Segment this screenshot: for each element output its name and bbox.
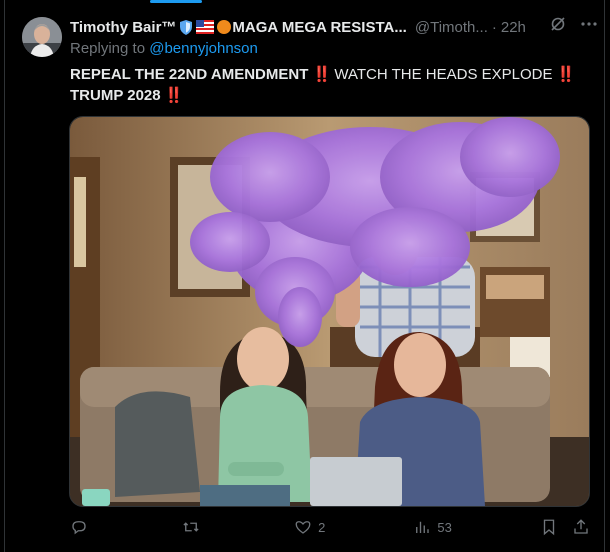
- tweet-image[interactable]: [69, 116, 590, 507]
- reply-icon: [72, 521, 86, 535]
- tweet-line1b: WATCH THE HEADS EXPLODE: [330, 66, 553, 83]
- tweet-line1a: REPEAL THE 22ND AMENDMENT: [70, 66, 309, 83]
- more-icon[interactable]: [580, 16, 598, 32]
- views-icon: [416, 521, 430, 533]
- tweet-text: REPEAL THE 22ND AMENDMENT ‼️ WATCH THE H…: [70, 64, 590, 106]
- separator-dot: ·: [491, 18, 497, 36]
- right-border: [604, 0, 605, 552]
- replying-to-label: Replying to: [70, 40, 146, 57]
- top-strip: [0, 0, 610, 4]
- double-exclamation-icon: ‼️: [556, 66, 576, 83]
- double-exclamation-icon: ‼️: [164, 87, 184, 104]
- avatar-image: [22, 17, 62, 57]
- reply-button[interactable]: [70, 518, 94, 536]
- author-handle[interactable]: @Timoth...: [415, 19, 488, 36]
- double-exclamation-icon: ‼️: [312, 66, 332, 83]
- bookmark-icon[interactable]: [540, 518, 558, 536]
- retweet-icon: [183, 522, 199, 532]
- avatar[interactable]: [22, 17, 62, 57]
- grok-icon[interactable]: [550, 16, 566, 32]
- author-name[interactable]: Timothy Bair™: [70, 19, 176, 36]
- author-name-suffix[interactable]: MAGA MEGA RESISTA...: [232, 19, 406, 36]
- us-flag-icon: [196, 20, 215, 34]
- action-bar: 2 53: [70, 513, 590, 541]
- meme-illustration: [70, 117, 589, 506]
- shield-icon: [178, 19, 194, 36]
- retweet-button[interactable]: [182, 518, 206, 536]
- views-count: 53: [437, 519, 452, 535]
- replying-to: Replying to @bennyjohnson: [70, 40, 258, 57]
- like-icon: [295, 521, 311, 534]
- mention-link[interactable]: @bennyjohnson: [149, 40, 258, 57]
- like-button[interactable]: 2: [294, 518, 325, 536]
- timestamp[interactable]: 22h: [501, 19, 526, 36]
- share-icon[interactable]: [572, 518, 590, 536]
- like-count: 2: [318, 519, 326, 535]
- tweet-header: Timothy Bair™ MAGA MEGA RESISTA... @Timo…: [70, 16, 598, 38]
- tweet-line2: TRUMP 2028: [70, 87, 161, 104]
- tab-indicator: [150, 0, 202, 3]
- orange-circle-icon: [216, 19, 232, 35]
- left-border: [4, 0, 5, 552]
- views-button[interactable]: 53: [413, 518, 452, 536]
